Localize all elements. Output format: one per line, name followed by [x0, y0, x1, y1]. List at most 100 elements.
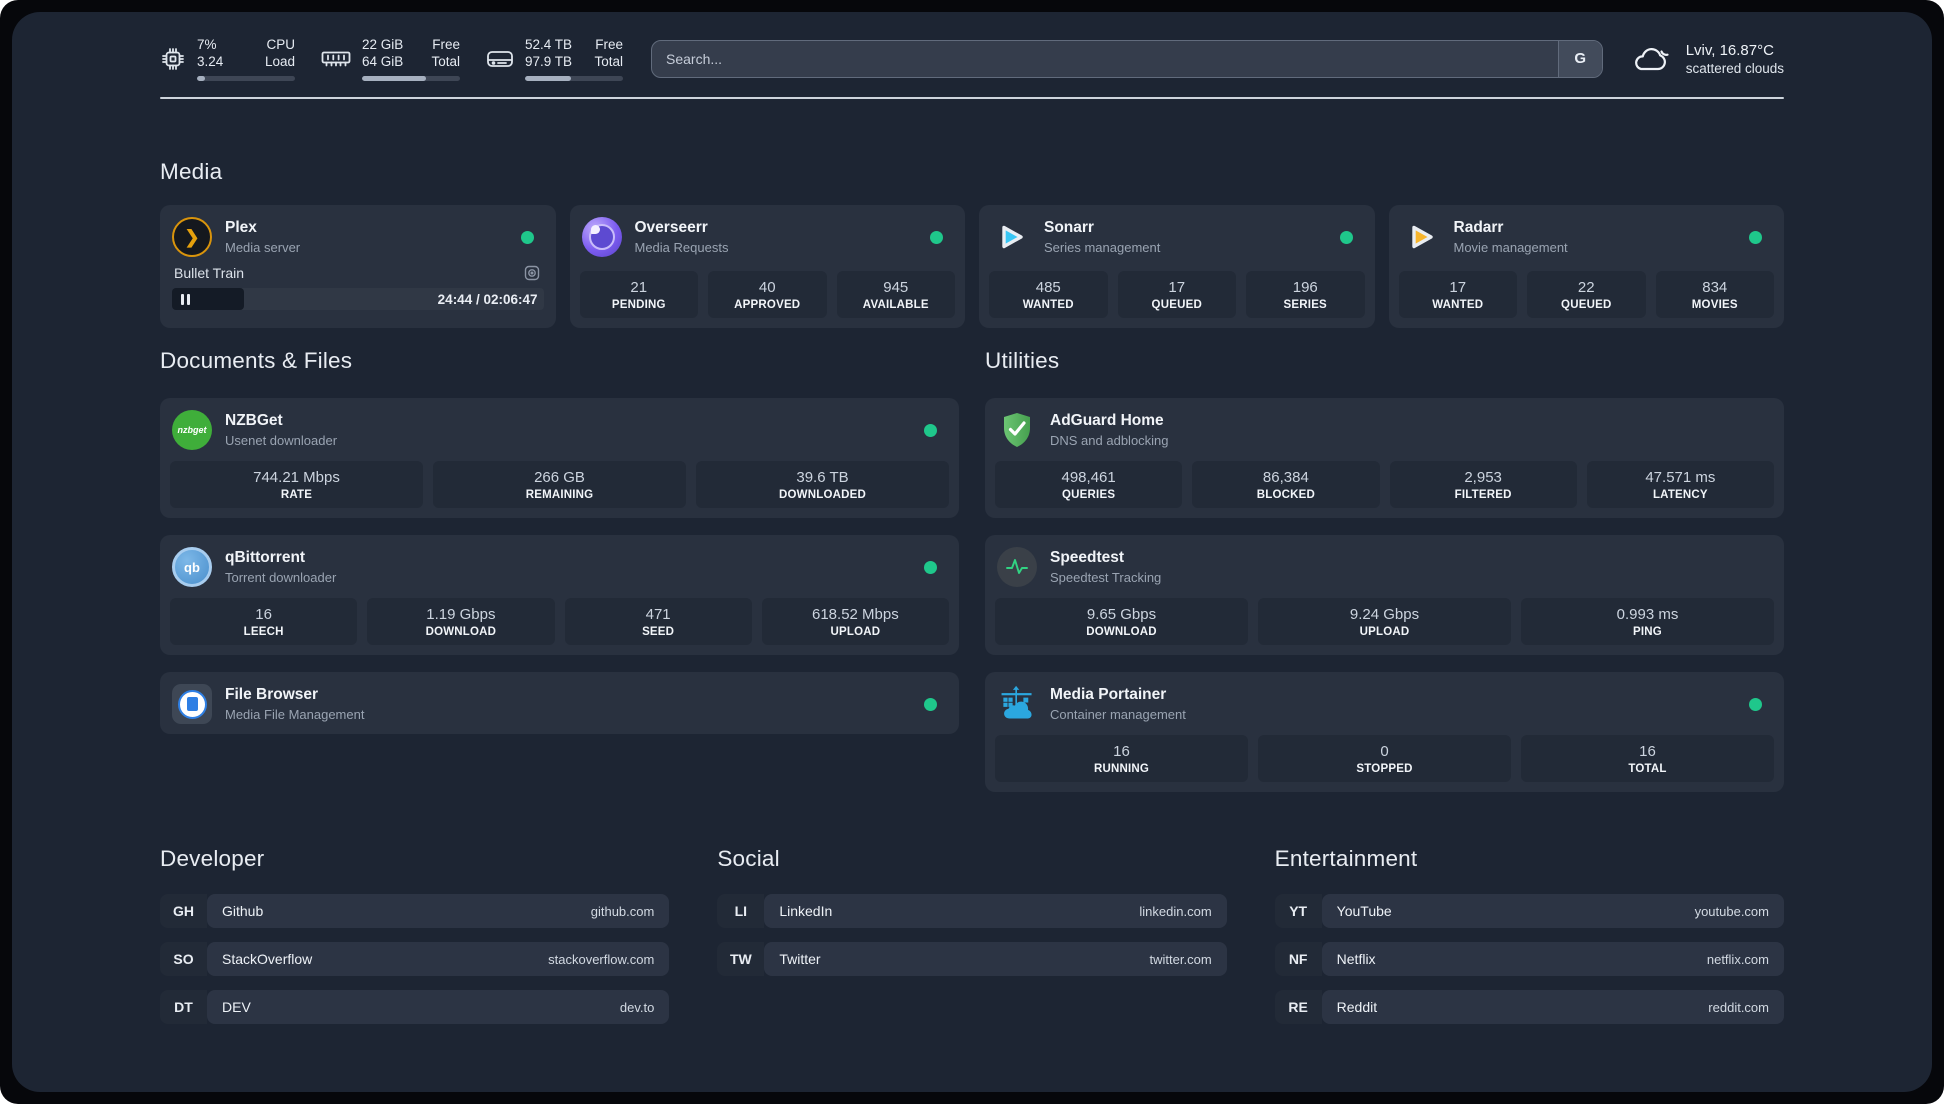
bookmark-reddit[interactable]: RE Reddit reddit.com — [1274, 990, 1784, 1024]
memory-icon — [321, 51, 351, 66]
stat-tile: 17 WANTED — [1398, 271, 1517, 318]
qbittorrent-icon: qb — [172, 547, 212, 587]
bookmark-youtube[interactable]: YT YouTube youtube.com — [1274, 894, 1784, 928]
app-description: Media server — [225, 240, 301, 255]
cpu-label-1: CPU — [266, 37, 295, 52]
app-description: Container management — [1050, 707, 1186, 722]
bookmark-name: StackOverflow — [222, 951, 313, 967]
plex-icon: ❯ — [172, 217, 212, 257]
cpu-widget: 7% 3.24 CPU Load — [160, 36, 295, 81]
memory-label-2: Total — [431, 54, 460, 69]
disk-progress-bar — [525, 76, 623, 81]
playback-progress-bar[interactable]: 24:44 / 02:06:47 — [172, 288, 544, 310]
media-session-icon[interactable] — [524, 265, 540, 281]
social-column: Social LI LinkedIn linkedin.com TW Twitte… — [717, 846, 1227, 1024]
app-card-plex[interactable]: ❯ Plex Media server Bullet Train 24:44 /… — [160, 205, 556, 328]
bookmark-abbr: YT — [1274, 894, 1322, 928]
section-title-documents: Documents & Files — [160, 348, 353, 373]
stat-tile: 498,461 QUERIES — [995, 461, 1183, 508]
bookmark-linkedin[interactable]: LI LinkedIn linkedin.com — [717, 894, 1227, 928]
app-card-radarr[interactable]: Radarr Movie management 17 WANTED 22 QUEUE… — [1388, 205, 1784, 328]
disk-total: 97.9 TB — [525, 54, 573, 69]
bookmark-url: stackoverflow.com — [548, 951, 655, 967]
app-description: Media Requests — [634, 240, 729, 255]
bookmark-stackoverflow[interactable]: SO StackOverflow stackoverflow.com — [160, 942, 670, 976]
portainer-icon — [997, 684, 1037, 724]
app-name: qBittorrent — [225, 549, 306, 566]
app-name: File Browser — [225, 686, 319, 703]
stat-tile: 0 STOPPED — [1258, 735, 1511, 782]
bookmark-abbr: DT — [160, 990, 207, 1024]
mid-grid: Documents & Files nzbget NZBGet Usenet d… — [160, 348, 1784, 792]
status-dot — [930, 230, 943, 244]
stat-tile: 266 GB REMAINING — [433, 461, 686, 508]
memory-label-1: Free — [432, 37, 460, 52]
stat-tile: 471 SEED — [564, 598, 752, 645]
adguard-icon — [997, 410, 1037, 450]
stat-tile: 945 AVAILABLE — [836, 271, 955, 318]
bookmark-github[interactable]: GH Github github.com — [160, 894, 670, 928]
stat-tile: 86,384 BLOCKED — [1192, 461, 1380, 508]
speedtest-icon — [997, 547, 1037, 587]
weather-condition: scattered clouds — [1685, 60, 1784, 76]
app-name: Media Portainer — [1050, 686, 1167, 703]
bookmark-url: twitter.com — [1149, 951, 1212, 967]
screen-frame: 7% 3.24 CPU Load 22 GiB 64 GiB Free Total — [0, 0, 1944, 1104]
utilities-column: Utilities AdGuard Home DNS and adblockin… — [985, 348, 1784, 792]
app-card-nzbget[interactable]: nzbget NZBGet Usenet downloader 744.21 M… — [160, 398, 959, 518]
app-card-overseerr[interactable]: Overseerr Media Requests 21 PENDING 40 APP… — [569, 205, 965, 328]
overseerr-icon — [581, 217, 622, 257]
bookmark-name: Twitter — [779, 951, 821, 967]
bookmark-abbr: SO — [160, 942, 207, 976]
section-title-utilities: Utilities — [985, 348, 1060, 373]
bookmark-abbr: NF — [1274, 942, 1322, 976]
search-engine-button[interactable]: G — [1557, 40, 1602, 77]
search-bar[interactable]: G — [651, 39, 1603, 78]
stat-tile: 0.993 ms PING — [1521, 598, 1774, 645]
media-grid: ❯ Plex Media server Bullet Train 24:44 /… — [160, 205, 1784, 328]
topbar: 7% 3.24 CPU Load 22 GiB 64 GiB Free Total — [160, 12, 1784, 81]
disk-label-2: Total — [594, 54, 623, 69]
bookmark-twitter[interactable]: TW Twitter twitter.com — [717, 942, 1227, 976]
status-dot — [924, 423, 937, 437]
app-card-sonarr[interactable]: Sonarr Series management 485 WANTED 17 QUE… — [979, 205, 1375, 328]
app-card-filebrowser[interactable]: File Browser Media File Management — [160, 672, 959, 734]
stat-tile: 196 SERIES — [1246, 271, 1365, 318]
bookmark-netflix[interactable]: NF Netflix netflix.com — [1274, 942, 1784, 976]
stat-tile: 834 MOVIES — [1655, 271, 1774, 318]
app-name: AdGuard Home — [1050, 412, 1164, 429]
bookmark-abbr: GH — [160, 894, 207, 928]
stat-tile: 485 WANTED — [989, 271, 1108, 318]
app-name: Radarr — [1453, 219, 1504, 236]
search-input[interactable] — [652, 40, 1558, 77]
cpu-load: 3.24 — [197, 54, 224, 69]
bookmark-name: Netflix — [1336, 951, 1376, 967]
cloud-icon — [1634, 47, 1669, 70]
stat-tile: 9.24 Gbps UPLOAD — [1258, 598, 1511, 645]
bookmark-url: linkedin.com — [1139, 903, 1212, 919]
filebrowser-icon — [172, 684, 212, 724]
bookmark-name: LinkedIn — [779, 903, 833, 919]
entertainment-column: Entertainment YT YouTube youtube.com NF N… — [1274, 846, 1784, 1024]
app-card-speedtest[interactable]: Speedtest Speedtest Tracking 9.65 Gbps DO… — [985, 535, 1784, 655]
bookmark-abbr: RE — [1274, 990, 1322, 1024]
app-card-portainer[interactable]: Media Portainer Container management 16 R… — [985, 672, 1784, 792]
nzbget-icon: nzbget — [172, 410, 212, 450]
app-name: Plex — [225, 219, 257, 236]
stat-tile: 21 PENDING — [579, 271, 698, 318]
bookmark-name: Github — [222, 903, 264, 919]
stat-tile: 40 APPROVED — [708, 271, 827, 318]
memory-total: 64 GiB — [362, 54, 404, 69]
app-card-adguard[interactable]: AdGuard Home DNS and adblocking 498,461 Q… — [985, 398, 1784, 518]
app-description: Torrent downloader — [225, 570, 337, 585]
radarr-icon — [1401, 217, 1441, 257]
status-dot — [1339, 230, 1353, 244]
status-dot — [520, 230, 534, 244]
app-card-qbittorrent[interactable]: qb qBittorrent Torrent downloader 16 LEEC… — [160, 535, 959, 655]
stat-tile: 16 TOTAL — [1521, 735, 1774, 782]
bookmark-abbr: TW — [717, 942, 765, 976]
bookmark-dev[interactable]: DT DEV dev.to — [160, 990, 670, 1024]
pause-icon — [181, 293, 190, 305]
stat-tile: 9.65 Gbps DOWNLOAD — [995, 598, 1248, 645]
stat-tile: 39.6 TB DOWNLOADED — [696, 461, 949, 508]
